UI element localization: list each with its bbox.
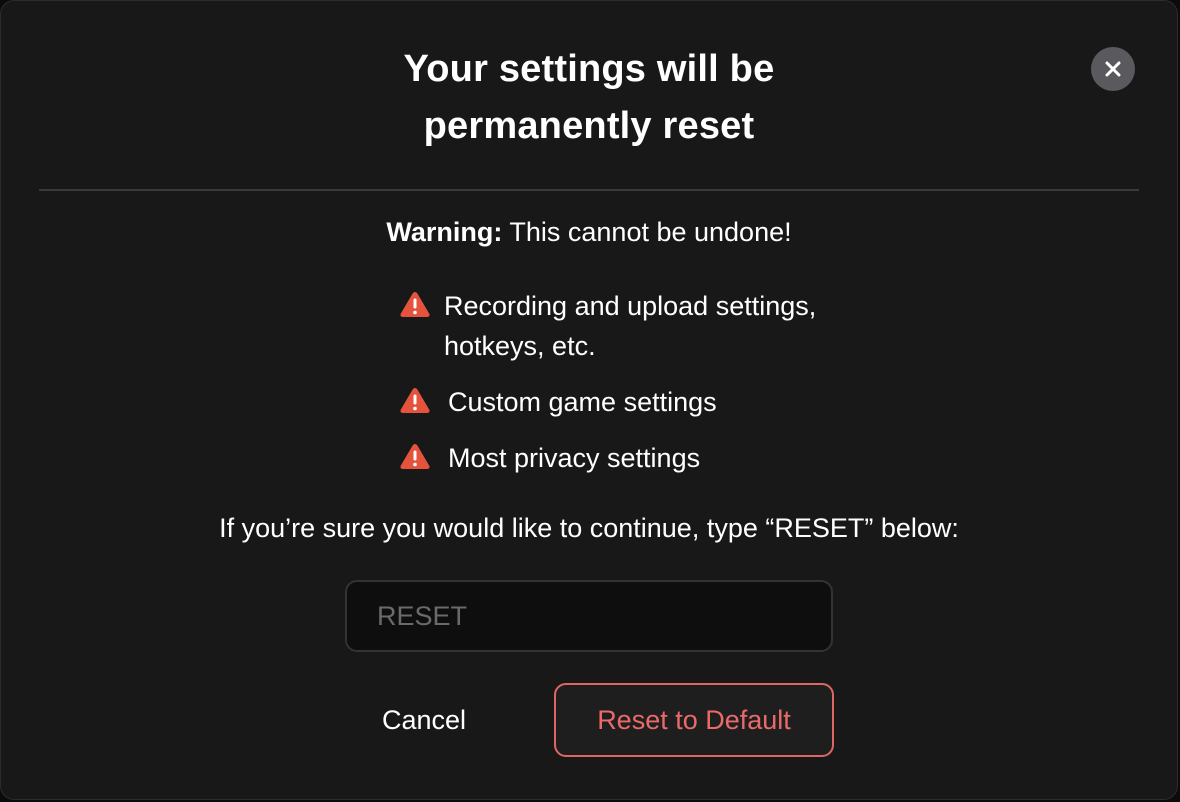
warning-triangle-icon (400, 292, 430, 317)
warning-text: This cannot be undone! (502, 217, 792, 247)
dialog-title-line-1: Your settings will be (403, 48, 775, 90)
list-item: Custom game settings (398, 382, 824, 422)
list-item: Recording and upload settings, hotkeys, … (398, 286, 824, 366)
list-item-label: Recording and upload settings, hotkeys, … (444, 291, 817, 361)
list-item-label: Custom game settings (448, 387, 717, 417)
list-item: Most privacy settings (398, 438, 824, 478)
dialog-title-line-2: permanently reset (423, 105, 755, 147)
reset-to-default-button[interactable]: Reset to Default (554, 683, 834, 757)
confirm-instruction: If you’re sure you would like to continu… (219, 513, 959, 543)
warning-message: Warning: This cannot be undone! (1, 214, 1177, 250)
close-button[interactable] (1091, 47, 1135, 91)
reset-settings-dialog: Your settings will be permanently reset … (0, 0, 1178, 800)
cancel-button[interactable]: Cancel (361, 684, 487, 756)
close-icon (1105, 61, 1121, 77)
warning-label: Warning: (386, 217, 503, 247)
divider (39, 189, 1139, 191)
dialog-title: Your settings will be permanently reset (1, 41, 1177, 155)
warning-triangle-icon (400, 444, 430, 469)
list-item-label: Most privacy settings (448, 443, 701, 473)
warning-triangle-icon (400, 388, 430, 413)
reset-items-list: Recording and upload settings, hotkeys, … (398, 286, 824, 478)
reset-confirm-input[interactable] (345, 580, 833, 652)
